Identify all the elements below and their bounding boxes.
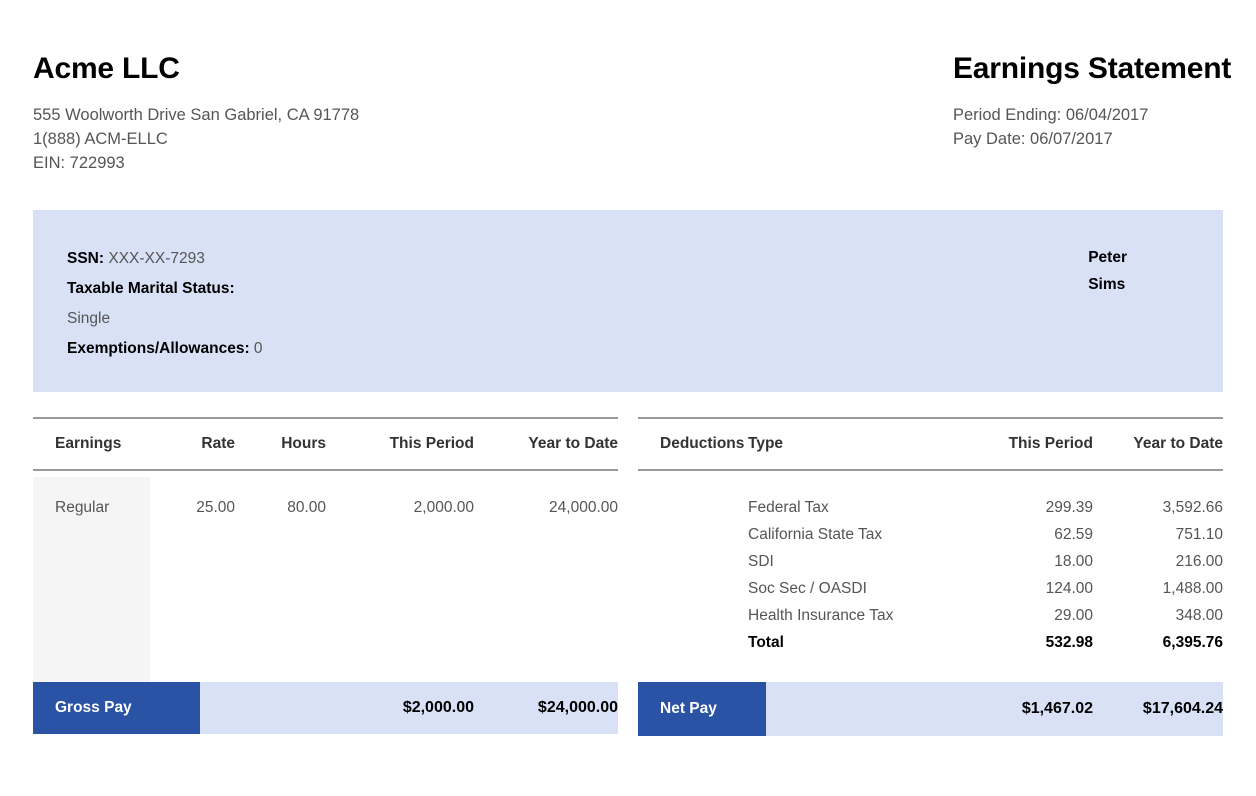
earnings-row-this-period: 2,000.00 <box>326 470 474 526</box>
deductions-header-type: Type <box>748 418 953 470</box>
deduction-ytd: 1,488.00 <box>1093 580 1223 607</box>
employee-exemptions-value: 0 <box>254 340 263 357</box>
company-phone: 1(888) ACM-ELLC <box>33 127 593 151</box>
deduction-ytd: 216.00 <box>1093 553 1223 580</box>
gross-pay-bar: Gross Pay $2,000.00 $24,000.00 <box>33 682 618 736</box>
deductions-total-ytd: 6,395.76 <box>1093 634 1223 661</box>
employee-marital-label: Taxable Marital Status: <box>67 280 235 297</box>
deductions-header-this-period: This Period <box>953 418 1093 470</box>
deduction-this-period: 62.59 <box>953 526 1093 553</box>
table-row: SDI 18.00 216.00 <box>638 553 1223 580</box>
earnings-header-ytd: Year to Date <box>474 418 618 470</box>
employee-name: Peter Sims <box>1088 244 1195 364</box>
employee-last-name: Sims <box>1088 271 1127 298</box>
earnings-row-rate: 25.00 <box>150 470 235 526</box>
earnings-statement-document: Acme LLC 555 Woolworth Drive San Gabriel… <box>0 0 1256 796</box>
deduction-this-period: 299.39 <box>953 470 1093 526</box>
employee-marital-value: Single <box>67 310 110 327</box>
net-pay-label: Net Pay <box>638 682 766 736</box>
earnings-row-ytd: 24,000.00 <box>474 470 618 526</box>
statement-info: Earnings Statement Period Ending: 06/04/… <box>803 52 1223 151</box>
employee-fields: SSN: XXX-XX-7293 Taxable Marital Status:… <box>67 244 263 364</box>
pay-date: Pay Date: 06/07/2017 <box>953 127 1223 151</box>
employee-ssn-row: SSN: XXX-XX-7293 <box>67 244 263 274</box>
deductions-header-ytd: Year to Date <box>1093 418 1223 470</box>
company-info: Acme LLC 555 Woolworth Drive San Gabriel… <box>33 52 593 175</box>
net-pay-this-period: $1,467.02 <box>953 700 1093 718</box>
company-name: Acme LLC <box>33 52 593 87</box>
gross-pay-values: $2,000.00 $24,000.00 <box>200 682 618 734</box>
employee-exemptions-row: Exemptions/Allowances: 0 <box>67 334 263 364</box>
deduction-type: SDI <box>748 553 953 580</box>
table-row: Health Insurance Tax 29.00 348.00 <box>638 607 1223 634</box>
earnings-row-hours: 80.00 <box>235 470 326 526</box>
table-row: Soc Sec / OASDI 124.00 1,488.00 <box>638 580 1223 607</box>
gross-pay-label: Gross Pay <box>33 682 200 734</box>
deductions-total-label: Total <box>748 634 953 661</box>
employee-marital-label-row: Taxable Marital Status: <box>67 274 263 304</box>
employee-first-name: Peter <box>1088 244 1127 271</box>
earnings-header-earnings: Earnings <box>33 418 150 470</box>
deductions-table-wrap: Deductions Type This Period Year to Date… <box>638 417 1223 686</box>
deduction-this-period: 18.00 <box>953 553 1093 580</box>
earnings-header-this-period: This Period <box>326 418 474 470</box>
net-pay-band: Net Pay $1,467.02 $17,604.24 <box>638 682 1223 736</box>
tables-region: Earnings Rate Hours This Period Year to … <box>33 417 1223 686</box>
deductions-header-deductions: Deductions <box>638 418 748 470</box>
employee-exemptions-label: Exemptions/Allowances: <box>67 340 250 357</box>
deductions-total-this-period: 532.98 <box>953 634 1093 661</box>
deduction-type: Health Insurance Tax <box>748 607 953 634</box>
net-pay-values: $1,467.02 $17,604.24 <box>766 682 1223 736</box>
gross-pay-this-period: $2,000.00 <box>326 699 474 717</box>
employee-info-panel: SSN: XXX-XX-7293 Taxable Marital Status:… <box>33 210 1223 392</box>
deductions-header-row: Deductions Type This Period Year to Date <box>638 418 1223 470</box>
earnings-header-hours: Hours <box>235 418 326 470</box>
company-address: 555 Woolworth Drive San Gabriel, CA 9177… <box>33 103 593 127</box>
gross-pay-band: Gross Pay $2,000.00 $24,000.00 <box>33 682 618 734</box>
deduction-this-period: 29.00 <box>953 607 1093 634</box>
employee-info-inner: SSN: XXX-XX-7293 Taxable Marital Status:… <box>67 244 1195 364</box>
deduction-ytd: 751.10 <box>1093 526 1223 553</box>
page-title: Earnings Statement <box>953 52 1223 87</box>
table-row: California State Tax 62.59 751.10 <box>638 526 1223 553</box>
earnings-header-rate: Rate <box>150 418 235 470</box>
deduction-ytd: 348.00 <box>1093 607 1223 634</box>
deduction-ytd: 3,592.66 <box>1093 470 1223 526</box>
table-spacer-row <box>33 526 618 686</box>
earnings-table-wrap: Earnings Rate Hours This Period Year to … <box>33 417 618 686</box>
employee-ssn-label: SSN: <box>67 250 104 267</box>
period-ending: Period Ending: 06/04/2017 <box>953 103 1223 127</box>
company-ein: EIN: 722993 <box>33 151 593 175</box>
employee-marital-value-row: Single <box>67 304 263 334</box>
deductions-table: Deductions Type This Period Year to Date… <box>638 417 1223 661</box>
deductions-total-row: Total 532.98 6,395.76 <box>638 634 1223 661</box>
table-row: Federal Tax 299.39 3,592.66 <box>638 470 1223 526</box>
earnings-table: Earnings Rate Hours This Period Year to … <box>33 417 618 686</box>
gross-pay-ytd: $24,000.00 <box>474 699 618 717</box>
deduction-type: Soc Sec / OASDI <box>748 580 953 607</box>
net-pay-bar: Net Pay $1,467.02 $17,604.24 <box>638 682 1223 736</box>
employee-ssn-value: XXX-XX-7293 <box>108 250 205 267</box>
deduction-type: Federal Tax <box>748 470 953 526</box>
earnings-row-name: Regular <box>33 470 150 526</box>
deduction-type: California State Tax <box>748 526 953 553</box>
document-header: Acme LLC 555 Woolworth Drive San Gabriel… <box>33 52 1223 175</box>
table-row: Regular 25.00 80.00 2,000.00 24,000.00 <box>33 470 618 526</box>
deduction-this-period: 124.00 <box>953 580 1093 607</box>
net-pay-ytd: $17,604.24 <box>1093 700 1223 718</box>
earnings-header-row: Earnings Rate Hours This Period Year to … <box>33 418 618 470</box>
summary-region: Gross Pay $2,000.00 $24,000.00 Net Pay $… <box>33 682 1223 736</box>
